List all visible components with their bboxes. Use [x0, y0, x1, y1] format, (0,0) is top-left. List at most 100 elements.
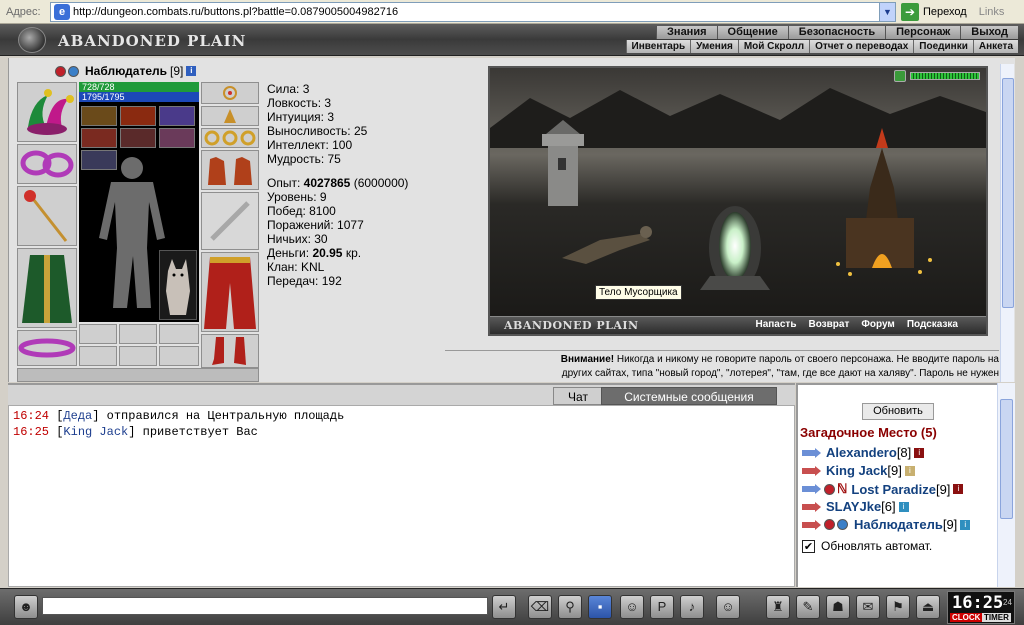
rings-slot[interactable]: [201, 128, 259, 148]
info-icon[interactable]: i: [904, 465, 915, 476]
info-icon[interactable]: i: [898, 501, 909, 512]
ring-slot-1[interactable]: [79, 324, 117, 344]
stat-wisdom: Мудрость: 75: [267, 152, 341, 166]
menu-security[interactable]: Безопасность: [787, 26, 886, 39]
attack-link[interactable]: Напасть: [755, 319, 796, 330]
user-row[interactable]: Alexandero [8] i: [802, 445, 925, 460]
bracelet-slot[interactable]: [17, 144, 77, 184]
scene-refresh-icon[interactable]: [894, 70, 906, 82]
filter-icon[interactable]: ⚲: [558, 595, 582, 619]
info-icon[interactable]: i: [186, 66, 197, 76]
pet-portrait[interactable]: [159, 250, 197, 320]
hint-link[interactable]: Подсказка: [907, 319, 958, 330]
warning-line-1: Внимание! Никогда и никому не говорите п…: [445, 353, 999, 367]
scroll-slot-1[interactable]: [81, 106, 117, 126]
menu-communication[interactable]: Общение: [716, 26, 788, 39]
sound-icon[interactable]: ♪: [680, 595, 704, 619]
tab-chat[interactable]: Чат: [553, 387, 603, 405]
scroll-slot-6[interactable]: [159, 128, 195, 148]
warning-text-1: Никогда и никому не говорите пароль от с…: [616, 354, 999, 365]
helmet-slot[interactable]: [17, 82, 77, 142]
weapon-slot[interactable]: [17, 186, 77, 246]
pants-slot[interactable]: [201, 252, 259, 332]
tab-system-messages[interactable]: Системные сообщения: [601, 387, 777, 405]
scroll-icon[interactable]: ✎: [796, 595, 820, 619]
auto-refresh-checkbox[interactable]: ✔: [802, 539, 815, 553]
clock-label[interactable]: CLOCK: [950, 613, 983, 622]
return-link[interactable]: Возврат: [808, 319, 849, 330]
smile-head-icon[interactable]: ☻: [14, 595, 38, 619]
armor-slot[interactable]: [17, 248, 77, 328]
address-input[interactable]: e http://dungeon.combats.ru/buttons.pl?b…: [50, 1, 896, 22]
user-row[interactable]: ℕ Lost Paradize [9] i: [802, 481, 964, 497]
scroll-slot-3[interactable]: [159, 106, 195, 126]
character-name: Наблюдатель: [85, 64, 168, 78]
submenu-skills[interactable]: Умения: [690, 40, 738, 53]
bag-icon[interactable]: ♜: [766, 595, 790, 619]
save-icon[interactable]: ▪: [588, 595, 612, 619]
flag-icon[interactable]: ⚑: [886, 595, 910, 619]
gloves-slot[interactable]: [201, 150, 259, 190]
info-icon[interactable]: i: [953, 484, 964, 494]
amulet-slot[interactable]: [201, 82, 259, 104]
user-name[interactable]: Наблюдатель: [854, 517, 943, 532]
stat-strength: Сила: 3: [267, 82, 310, 96]
submenu-transfers-report[interactable]: Отчет о переводах: [809, 40, 914, 53]
earring-slot[interactable]: [201, 106, 259, 126]
ring-slot-2[interactable]: [119, 324, 157, 344]
mail-icon[interactable]: ✉: [856, 595, 880, 619]
chat-nick[interactable]: King Jack: [63, 425, 128, 439]
links-button[interactable]: Links: [979, 6, 1005, 18]
submenu-profile[interactable]: Анкета: [972, 40, 1018, 53]
menu-knowledge[interactable]: Знания: [656, 26, 717, 39]
money-unit: кр.: [345, 246, 362, 260]
chat-nick[interactable]: Деда: [63, 409, 92, 423]
scroll-slot-4[interactable]: [81, 128, 117, 148]
refresh-button[interactable]: Обновить: [862, 403, 934, 420]
user-name[interactable]: SLAYJke: [826, 499, 881, 514]
shield-slot[interactable]: [201, 192, 259, 250]
ring-slot-3[interactable]: [159, 324, 199, 344]
menu-character[interactable]: Персонаж: [885, 26, 961, 39]
user-name[interactable]: King Jack: [826, 463, 887, 478]
address-label: Адрес:: [6, 5, 41, 18]
online-scrollbar-thumb[interactable]: [1000, 399, 1013, 519]
address-url[interactable]: http://dungeon.combats.ru/buttons.pl?bat…: [73, 6, 879, 18]
boots-slot[interactable]: [201, 334, 259, 368]
private-icon[interactable]: P: [650, 595, 674, 619]
go-button[interactable]: ➔ Переход: [901, 2, 967, 21]
emoticons-icon[interactable]: ☺: [716, 595, 740, 619]
rune-slot-1[interactable]: [79, 346, 117, 366]
belt-slot[interactable]: [17, 330, 77, 366]
main-scrollbar[interactable]: [1000, 64, 1014, 382]
rune-slot-3[interactable]: [159, 346, 199, 366]
timer-label[interactable]: TIMER: [982, 613, 1011, 622]
send-icon[interactable]: ↵: [492, 595, 516, 619]
logo-orb-icon: [18, 27, 46, 53]
clear-icon[interactable]: ⌫: [528, 595, 552, 619]
chat-input[interactable]: [42, 597, 488, 615]
info-icon[interactable]: i: [914, 447, 925, 458]
submenu-fights[interactable]: Поединки: [913, 40, 973, 53]
user-row[interactable]: Наблюдатель [9] i: [802, 517, 971, 532]
forum-link[interactable]: Форум: [861, 319, 894, 330]
user-row[interactable]: SLAYJke [6] i: [802, 499, 909, 514]
menu-exit[interactable]: Выход: [960, 26, 1018, 39]
jester-hat-icon: [27, 89, 74, 135]
user-row[interactable]: King Jack [9] i: [802, 463, 915, 478]
online-scrollbar[interactable]: [997, 383, 1015, 587]
exit-icon[interactable]: ⏏: [916, 595, 940, 619]
friends-icon[interactable]: ☗: [826, 595, 850, 619]
chevron-down-icon[interactable]: ▼: [879, 2, 895, 21]
info-icon[interactable]: i: [960, 519, 971, 530]
submenu-inventory[interactable]: Инвентарь: [625, 40, 691, 53]
submenu-my-scroll[interactable]: Мой Скролл: [737, 40, 810, 53]
scroll-slot-2[interactable]: [120, 106, 156, 126]
main-scrollbar-thumb[interactable]: [1002, 78, 1014, 308]
scroll-slot-5[interactable]: [120, 128, 156, 148]
empty-sword-icon: [210, 201, 250, 241]
user-name[interactable]: Lost Paradize: [851, 482, 936, 497]
rune-slot-2[interactable]: [119, 346, 157, 366]
walk-icon[interactable]: ☺: [620, 595, 644, 619]
user-name[interactable]: Alexandero: [826, 445, 897, 460]
